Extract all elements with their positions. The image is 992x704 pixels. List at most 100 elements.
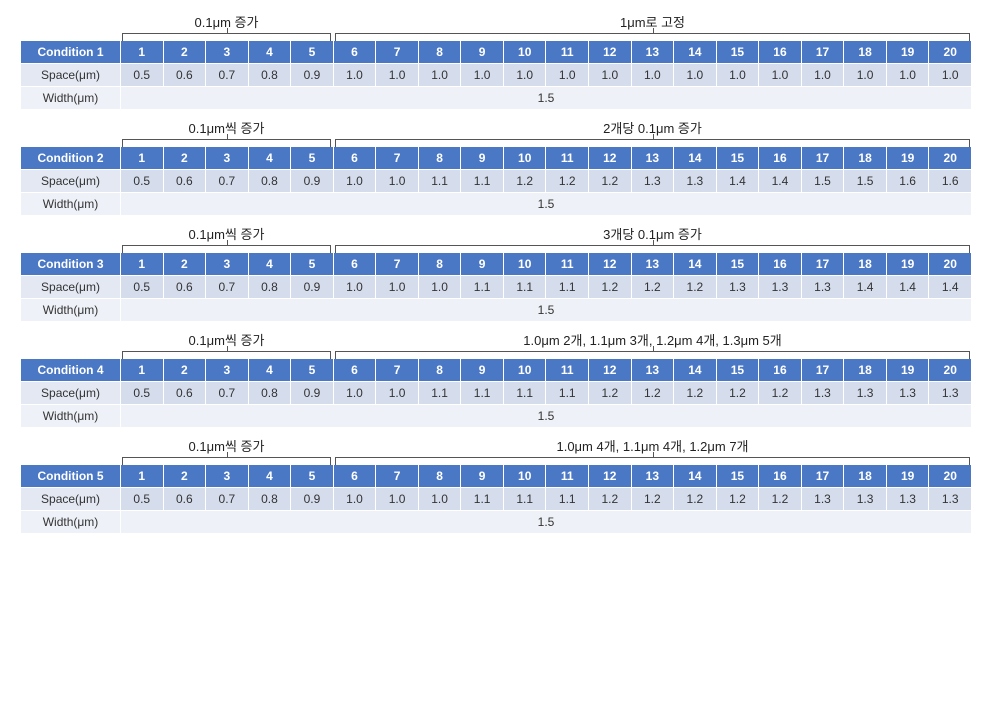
- space-cell: 1.3: [674, 170, 717, 193]
- col-header: 20: [929, 359, 972, 382]
- space-cell: 0.6: [163, 170, 206, 193]
- col-header: 16: [759, 147, 802, 170]
- row-label-width: Width(μm): [21, 299, 121, 322]
- col-header: 14: [674, 41, 717, 64]
- space-cell: 1.1: [461, 382, 504, 405]
- space-cell: 1.0: [333, 64, 376, 87]
- brace-icon: [122, 351, 331, 359]
- space-cell: 1.2: [631, 382, 674, 405]
- col-header: 14: [674, 465, 717, 488]
- col-header: 16: [759, 41, 802, 64]
- annot-right-group: 1.0μm 2개, 1.1μm 3개, 1.2μm 4개, 1.3μm 5개: [333, 330, 972, 358]
- col-header: 14: [674, 147, 717, 170]
- col-header: 15: [716, 41, 759, 64]
- annotation-row: 0.1μm씩 증가1.0μm 4개, 1.1μm 4개, 1.2μm 7개: [120, 436, 972, 464]
- col-header: 16: [759, 359, 802, 382]
- annot-left-group: 0.1μm 증가: [120, 12, 333, 40]
- space-cell: 0.9: [291, 488, 334, 511]
- row-label-space: Space(μm): [21, 64, 121, 87]
- space-cell: 1.0: [418, 488, 461, 511]
- row-label-width: Width(μm): [21, 193, 121, 216]
- space-cell: 1.3: [801, 382, 844, 405]
- space-cell: 1.0: [376, 276, 419, 299]
- col-header: 6: [333, 147, 376, 170]
- space-cell: 0.9: [291, 64, 334, 87]
- space-cell: 0.7: [206, 170, 249, 193]
- col-header: 20: [929, 147, 972, 170]
- col-header: 10: [503, 465, 546, 488]
- space-cell: 1.2: [503, 170, 546, 193]
- annot-right-group: 1.0μm 4개, 1.1μm 4개, 1.2μm 7개: [333, 436, 972, 464]
- col-header: 11: [546, 253, 589, 276]
- col-header: 12: [589, 147, 632, 170]
- space-cell: 1.4: [929, 276, 972, 299]
- space-cell: 1.0: [461, 64, 504, 87]
- condition-name-header: Condition 3: [21, 253, 121, 276]
- brace-icon: [122, 33, 331, 41]
- col-header: 9: [461, 147, 504, 170]
- col-header: 7: [376, 465, 419, 488]
- col-header: 11: [546, 359, 589, 382]
- col-header: 13: [631, 359, 674, 382]
- brace-icon: [122, 457, 331, 465]
- space-cell: 1.0: [546, 64, 589, 87]
- space-cell: 0.9: [291, 276, 334, 299]
- space-cell: 1.2: [546, 170, 589, 193]
- space-cell: 1.0: [376, 64, 419, 87]
- col-header: 9: [461, 359, 504, 382]
- col-header: 11: [546, 41, 589, 64]
- space-cell: 1.6: [886, 170, 929, 193]
- condition-table: Condition 312345678910111213141516171819…: [20, 252, 972, 322]
- col-header: 19: [886, 465, 929, 488]
- col-header: 13: [631, 253, 674, 276]
- col-header: 3: [206, 359, 249, 382]
- col-header: 5: [291, 41, 334, 64]
- condition-table: Condition 512345678910111213141516171819…: [20, 464, 972, 534]
- space-cell: 1.1: [546, 382, 589, 405]
- space-cell: 1.4: [716, 170, 759, 193]
- col-header: 18: [844, 253, 887, 276]
- col-header: 3: [206, 41, 249, 64]
- space-cell: 1.0: [759, 64, 802, 87]
- annot-right-group: 3개당 0.1μm 증가: [333, 224, 972, 252]
- brace-icon: [122, 139, 331, 147]
- row-label-width: Width(μm): [21, 511, 121, 534]
- annotation-row: 0.1μm씩 증가1.0μm 2개, 1.1μm 3개, 1.2μm 4개, 1…: [120, 330, 972, 358]
- space-cell: 0.8: [248, 64, 291, 87]
- col-header: 18: [844, 41, 887, 64]
- condition-table: Condition 212345678910111213141516171819…: [20, 146, 972, 216]
- space-cell: 0.5: [121, 382, 164, 405]
- width-cell: 1.5: [121, 87, 972, 110]
- space-cell: 1.5: [801, 170, 844, 193]
- space-cell: 1.3: [844, 382, 887, 405]
- space-cell: 1.1: [546, 488, 589, 511]
- space-cell: 1.2: [674, 276, 717, 299]
- space-cell: 1.6: [929, 170, 972, 193]
- space-cell: 1.0: [631, 64, 674, 87]
- space-cell: 1.1: [546, 276, 589, 299]
- space-cell: 1.2: [631, 276, 674, 299]
- space-cell: 0.7: [206, 382, 249, 405]
- col-header: 8: [418, 147, 461, 170]
- col-header: 13: [631, 465, 674, 488]
- space-cell: 0.5: [121, 170, 164, 193]
- space-cell: 1.1: [503, 488, 546, 511]
- space-cell: 1.4: [844, 276, 887, 299]
- space-cell: 1.1: [503, 276, 546, 299]
- space-cell: 1.0: [376, 488, 419, 511]
- space-cell: 1.5: [844, 170, 887, 193]
- col-header: 6: [333, 253, 376, 276]
- col-header: 5: [291, 253, 334, 276]
- col-header: 17: [801, 359, 844, 382]
- space-cell: 1.3: [716, 276, 759, 299]
- condition-name-header: Condition 4: [21, 359, 121, 382]
- space-cell: 1.2: [759, 488, 802, 511]
- space-cell: 1.3: [886, 488, 929, 511]
- col-header: 5: [291, 465, 334, 488]
- col-header: 19: [886, 253, 929, 276]
- annot-left-group: 0.1μm씩 증가: [120, 330, 333, 358]
- col-header: 10: [503, 41, 546, 64]
- space-cell: 1.3: [929, 382, 972, 405]
- col-header: 9: [461, 253, 504, 276]
- col-header: 8: [418, 253, 461, 276]
